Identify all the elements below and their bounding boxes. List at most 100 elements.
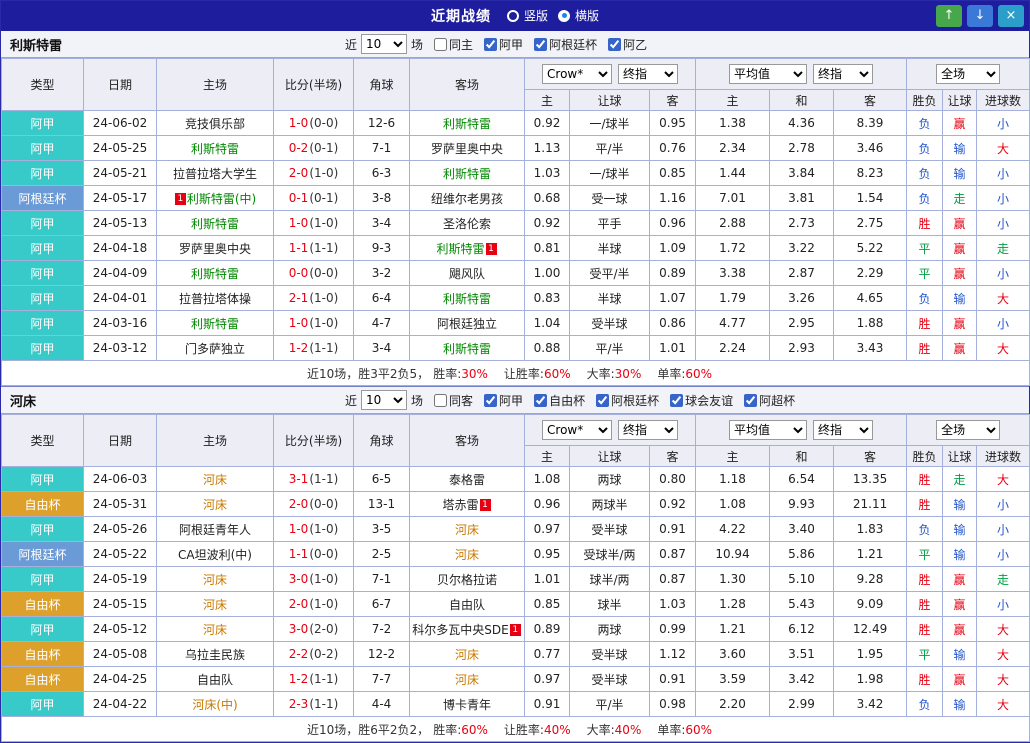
result-goals: 小 [976, 185, 1030, 211]
home-team-name: 拉普拉塔体操 [178, 291, 251, 306]
result-wdl: 胜 [906, 591, 944, 617]
checkbox-input[interactable] [608, 37, 622, 51]
average-select[interactable]: 平均值 [729, 64, 808, 84]
league-badge: 自由杯 [1, 666, 84, 692]
europe-odds-group: 平均值 终指 [695, 58, 908, 90]
layout-radio-group: 竖版 横版 [506, 7, 599, 25]
checkbox-input[interactable] [596, 393, 610, 407]
filter-checkbox-自由杯[interactable]: 自由杯 [534, 392, 585, 409]
filter-checkbox-阿超杯[interactable]: 阿超杯 [744, 392, 795, 409]
period-select[interactable]: 全场 [936, 64, 1001, 84]
result-goals: 小 [976, 210, 1030, 236]
match-count-select[interactable]: 10 [361, 34, 408, 54]
eu-home-odds: 1.30 [695, 566, 771, 592]
score-cell: 2-0(1-0) [273, 160, 354, 186]
average-select[interactable]: 平均值 [729, 420, 808, 440]
eu-draw-odds: 6.12 [769, 616, 835, 642]
result-wdl: 负 [906, 691, 944, 717]
radio-label: 横版 [575, 9, 600, 24]
checkbox-input[interactable] [534, 393, 548, 407]
checkbox-input[interactable] [434, 393, 448, 407]
ah-home-odds: 0.97 [524, 666, 570, 692]
home-team-cell: 自由队 [156, 666, 274, 692]
result-wdl: 负 [906, 110, 944, 136]
match-date: 24-04-25 [83, 666, 157, 692]
eu-draw-odds: 2.95 [769, 310, 835, 336]
checkbox-input[interactable] [484, 393, 498, 407]
match-row: 自由杯 24-04-25 自由队 1-2(1-1) 7-7 河床 0.97 受半球 0.91 3.… [1, 666, 1030, 692]
eu-home-odds: 2.20 [695, 691, 771, 717]
europe-stage-select[interactable]: 终指 [813, 420, 874, 440]
summary-stat-label: 大率: [586, 366, 615, 381]
result-goals: 大 [976, 666, 1030, 692]
away-team-name: 河床 [454, 522, 479, 537]
layout-radio-0[interactable]: 竖版 [506, 7, 548, 24]
match-row: 阿甲 24-05-26 阿根廷青年人 1-0(1-0) 3-5 河床 0.97 受半球 0.91… [1, 516, 1030, 542]
eu-draw-odds: 3.42 [769, 666, 835, 692]
filter-checkbox-阿乙[interactable]: 阿乙 [608, 36, 647, 53]
move-up-button[interactable]: ↑ [936, 5, 962, 27]
eu-away-odds: 1.83 [833, 516, 908, 542]
team-section-1: 河床近 10 场同客 阿甲 自由杯 阿根廷杯 球会友谊 阿超杯 类型 日期 主场 比分(半场) 角球 客场… [0, 386, 1030, 742]
eu-draw-odds: 5.10 [769, 566, 835, 592]
filter-checkbox-阿根廷杯[interactable]: 阿根廷杯 [596, 392, 659, 409]
checkbox-input[interactable] [744, 393, 758, 407]
column-header-0: 类型 [1, 58, 84, 111]
corners-cell: 6-4 [353, 285, 410, 311]
league-badge: 自由杯 [1, 641, 84, 667]
filter-checkbox-同客[interactable]: 同客 [434, 392, 473, 409]
checkbox-label: 阿根廷杯 [549, 37, 598, 52]
result-wdl: 胜 [906, 466, 944, 492]
match-date: 24-05-15 [83, 591, 157, 617]
result-group: 全场 [906, 414, 1030, 446]
match-date: 24-04-18 [83, 235, 157, 261]
column-header-3: 比分(半场) [273, 58, 354, 111]
handicap-stage-select[interactable]: 终指 [618, 420, 679, 440]
ah-away-odds: 0.87 [648, 541, 697, 567]
league-badge: 阿甲 [1, 260, 84, 286]
europe-stage-select[interactable]: 终指 [813, 64, 874, 84]
close-button[interactable]: × [998, 5, 1024, 27]
corners-cell: 6-5 [353, 466, 410, 492]
ah-home-odds: 0.88 [524, 335, 570, 361]
corners-cell: 3-4 [353, 210, 410, 236]
sub-header-6: 胜负 [906, 89, 944, 111]
checkbox-label: 阿根廷杯 [611, 393, 660, 408]
match-count-select[interactable]: 10 [361, 390, 408, 410]
ah-away-odds: 1.01 [648, 335, 697, 361]
handicap-odds-group: Crow* 终指 [523, 414, 697, 446]
filter-checkbox-同主[interactable]: 同主 [434, 36, 473, 53]
sub-header-0: 主 [524, 89, 570, 111]
result-goals: 大 [976, 466, 1030, 492]
bookmaker-select[interactable]: Crow* [542, 64, 613, 84]
filter-checkbox-阿甲[interactable]: 阿甲 [484, 392, 523, 409]
filter-checkbox-球会友谊[interactable]: 球会友谊 [670, 392, 733, 409]
league-badge: 阿甲 [1, 210, 84, 236]
away-team-cell: 河床 [409, 666, 525, 692]
filter-checkbox-阿根廷杯[interactable]: 阿根廷杯 [534, 36, 597, 53]
checkbox-input[interactable] [484, 37, 498, 51]
sub-header-2: 客 [648, 445, 697, 467]
handicap-stage-select[interactable]: 终指 [618, 64, 679, 84]
checkbox-input[interactable] [670, 393, 684, 407]
sub-header-7: 让球 [942, 445, 978, 467]
away-team-cell: 贝尔格拉诺 [409, 566, 525, 592]
filter-checkbox-阿甲[interactable]: 阿甲 [484, 36, 523, 53]
move-down-button[interactable]: ↓ [967, 5, 993, 27]
ah-away-odds: 1.03 [648, 591, 697, 617]
away-team-name: 利斯特雷 [442, 116, 491, 131]
away-team-cell: 河床 [409, 641, 525, 667]
home-team-name: 河床 [202, 622, 227, 637]
layout-radio-1[interactable]: 横版 [558, 7, 599, 24]
ah-away-odds: 0.85 [648, 160, 697, 186]
eu-draw-odds: 5.86 [769, 541, 835, 567]
period-select[interactable]: 全场 [936, 420, 1001, 440]
eu-home-odds: 7.01 [695, 185, 771, 211]
eu-home-odds: 4.77 [695, 310, 771, 336]
checkbox-input[interactable] [534, 37, 548, 51]
home-team-name: 河床 [202, 472, 227, 487]
panel-title: 近期战绩 [430, 9, 491, 25]
checkbox-input[interactable] [434, 37, 448, 51]
away-team-cell: 利斯特雷 [409, 335, 525, 361]
bookmaker-select[interactable]: Crow* [542, 420, 613, 440]
